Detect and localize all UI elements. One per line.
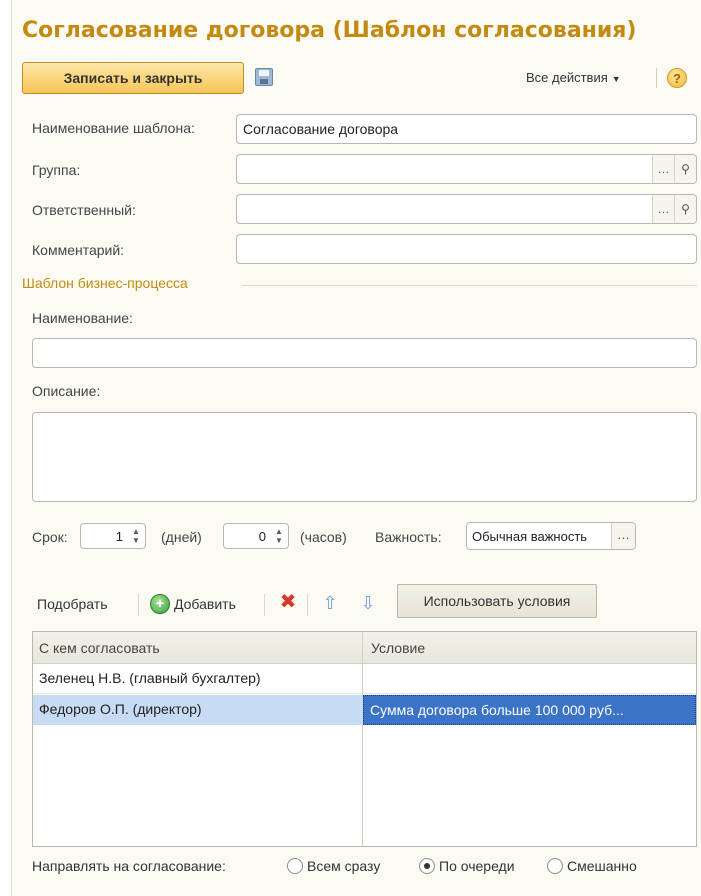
cell-who: Зеленец Н.В. (главный бухгалтер) xyxy=(39,670,261,686)
cell-who: Федоров О.П. (директор) xyxy=(39,701,202,717)
radio-mixed[interactable]: Смешанно xyxy=(547,858,637,874)
search-icon[interactable]: ⚲ xyxy=(674,195,696,223)
all-actions-menu[interactable]: Все действия ▼ xyxy=(526,70,621,85)
use-conditions-button[interactable]: Использовать условия xyxy=(397,584,597,618)
radio-icon[interactable] xyxy=(419,858,435,874)
cell-condition[interactable] xyxy=(363,664,696,693)
stepper-arrows-icon[interactable]: ▲ ▼ xyxy=(129,527,143,545)
column-header-condition[interactable]: Условие xyxy=(371,640,425,656)
add-button[interactable]: Добавить xyxy=(174,596,236,612)
hours-value: 0 xyxy=(258,529,266,544)
cell-condition[interactable]: Сумма договора больше 100 000 руб... xyxy=(363,695,696,725)
importance-label: Важность: xyxy=(375,529,442,545)
save-and-close-button[interactable]: Записать и закрыть xyxy=(22,62,244,94)
radio-icon[interactable] xyxy=(547,858,563,874)
toolbar-divider xyxy=(138,594,139,616)
radio-label: По очереди xyxy=(439,858,515,874)
add-icon[interactable]: + xyxy=(150,594,170,614)
toolbar-divider xyxy=(264,594,265,616)
page-title: Согласование договора (Шаблон согласован… xyxy=(22,18,637,43)
days-value: 1 xyxy=(115,529,123,544)
move-down-icon[interactable]: ⇩ xyxy=(358,592,378,614)
radio-all-at-once[interactable]: Всем сразу xyxy=(287,858,380,874)
toolbar-divider xyxy=(656,68,657,88)
radio-label: Смешанно xyxy=(567,858,637,874)
comment-field[interactable] xyxy=(236,234,697,264)
help-icon[interactable]: ? xyxy=(667,68,687,88)
term-label: Срок: xyxy=(32,529,68,545)
group-label: Группа: xyxy=(32,162,81,178)
group-field[interactable]: … ⚲ xyxy=(236,154,697,184)
responsible-field[interactable]: … ⚲ xyxy=(236,194,697,224)
bp-template-section-title: Шаблон бизнес-процесса xyxy=(22,275,188,291)
comment-label: Комментарий: xyxy=(32,242,125,258)
routing-group: Направлять на согласование: xyxy=(32,858,226,874)
template-name-value: Согласование договора xyxy=(243,121,399,137)
radio-sequential[interactable]: По очереди xyxy=(419,858,515,874)
days-stepper[interactable]: 1 ▲ ▼ xyxy=(80,523,146,549)
all-actions-label: Все действия xyxy=(526,70,608,85)
bp-name-field[interactable] xyxy=(32,338,697,368)
table-header: С кем согласовать Условие xyxy=(33,632,696,664)
search-icon[interactable]: ⚲ xyxy=(674,155,696,183)
toolbar-divider xyxy=(307,594,308,616)
select-dots-icon[interactable]: … xyxy=(652,155,674,183)
move-up-icon[interactable]: ⇧ xyxy=(320,592,340,614)
responsible-label: Ответственный: xyxy=(32,202,136,218)
bp-name-label: Наименование: xyxy=(32,310,133,326)
days-unit: (дней) xyxy=(161,529,202,545)
select-dots-icon[interactable]: … xyxy=(611,523,635,549)
routing-label: Направлять на согласование: xyxy=(32,858,226,874)
template-name-label: Наименование шаблона: xyxy=(32,120,195,136)
hours-unit: (часов) xyxy=(300,529,347,545)
importance-field[interactable]: Обычная важность … xyxy=(466,522,636,550)
delete-icon[interactable]: ✖ xyxy=(278,592,298,612)
description-textarea[interactable] xyxy=(32,412,697,502)
radio-icon[interactable] xyxy=(287,858,303,874)
section-divider xyxy=(242,285,697,286)
importance-value: Обычная важность xyxy=(472,529,588,544)
save-icon[interactable] xyxy=(255,68,273,86)
chevron-down-icon: ▼ xyxy=(611,74,621,84)
approvers-table[interactable]: С кем согласовать Условие Зеленец Н.В. (… xyxy=(32,631,697,847)
select-dots-icon[interactable]: … xyxy=(652,195,674,223)
template-name-field[interactable]: Согласование договора xyxy=(236,114,697,144)
pick-button[interactable]: Подобрать xyxy=(37,596,108,612)
stepper-arrows-icon[interactable]: ▲ ▼ xyxy=(272,527,286,545)
radio-label: Всем сразу xyxy=(307,858,381,874)
table-row[interactable]: Зеленец Н.В. (главный бухгалтер) xyxy=(33,664,696,694)
column-header-who[interactable]: С кем согласовать xyxy=(39,640,160,656)
hours-stepper[interactable]: 0 ▲ ▼ xyxy=(223,523,289,549)
table-row-selected[interactable]: Федоров О.П. (директор) Сумма договора б… xyxy=(33,695,696,725)
description-label: Описание: xyxy=(32,383,101,399)
